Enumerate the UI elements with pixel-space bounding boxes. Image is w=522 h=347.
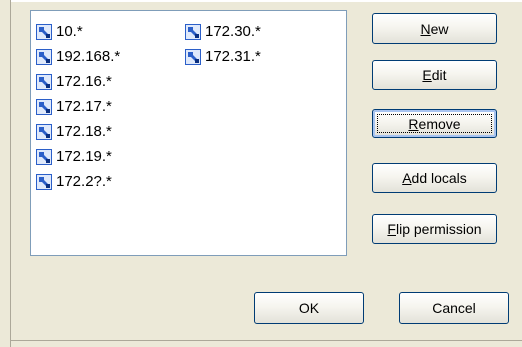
network-host-icon bbox=[36, 48, 52, 65]
list-item-label: 172.16.* bbox=[56, 72, 112, 90]
add-locals-button-mnemonic: A bbox=[402, 170, 412, 186]
edit-button-label: dit bbox=[431, 67, 447, 83]
dialog-top-edge bbox=[0, 0, 522, 2]
list-item[interactable]: 172.19.* bbox=[36, 144, 120, 169]
list-item-label: 172.30.* bbox=[205, 22, 261, 40]
list-item[interactable]: 10.* bbox=[36, 19, 120, 44]
list-item[interactable]: 172.2?.* bbox=[36, 169, 120, 194]
cancel-button[interactable]: Cancel bbox=[399, 292, 509, 324]
edit-button[interactable]: Edit bbox=[372, 60, 497, 90]
network-host-icon bbox=[36, 173, 52, 190]
list-item-label: 10.* bbox=[56, 22, 83, 40]
list-item[interactable]: 172.17.* bbox=[36, 94, 120, 119]
address-list-column-1: 10.* 192.168.* 172.16.* 172.17.* 172.18.… bbox=[36, 19, 120, 194]
remove-button-mnemonic: R bbox=[408, 115, 419, 132]
network-host-icon bbox=[36, 148, 52, 165]
new-button[interactable]: New bbox=[372, 13, 497, 44]
list-item[interactable]: 172.16.* bbox=[36, 69, 120, 94]
address-list[interactable]: 10.* 192.168.* 172.16.* 172.17.* 172.18.… bbox=[30, 10, 347, 256]
list-item[interactable]: 172.18.* bbox=[36, 119, 120, 144]
list-item-label: 172.31.* bbox=[205, 47, 261, 65]
dialog-bottom-edge bbox=[10, 340, 522, 341]
network-host-icon bbox=[36, 123, 52, 140]
flip-permission-button-label: lip permission bbox=[395, 221, 482, 237]
network-host-icon bbox=[185, 48, 201, 65]
add-locals-button[interactable]: Add locals bbox=[372, 163, 497, 193]
flip-permission-button[interactable]: Flip permission bbox=[372, 214, 497, 244]
list-item[interactable]: 192.168.* bbox=[36, 44, 120, 69]
dialog-left-edge bbox=[0, 0, 11, 347]
new-button-mnemonic: N bbox=[420, 20, 431, 37]
list-item-label: 172.17.* bbox=[56, 97, 112, 115]
list-item-label: 172.18.* bbox=[56, 122, 112, 140]
remove-button-label: emove bbox=[418, 115, 461, 132]
new-button-label: ew bbox=[430, 20, 449, 37]
ok-button[interactable]: OK bbox=[254, 292, 364, 324]
list-item[interactable]: 172.30.* bbox=[185, 19, 261, 44]
network-host-icon bbox=[36, 73, 52, 90]
flip-permission-button-mnemonic: F bbox=[387, 221, 396, 237]
edit-button-mnemonic: E bbox=[422, 67, 432, 83]
network-host-icon bbox=[185, 23, 201, 40]
add-locals-button-label: dd locals bbox=[411, 170, 467, 186]
list-item-label: 172.19.* bbox=[56, 147, 112, 165]
address-list-column-2: 172.30.* 172.31.* bbox=[185, 19, 261, 69]
list-item-label: 172.2?.* bbox=[56, 172, 112, 190]
list-item[interactable]: 172.31.* bbox=[185, 44, 261, 69]
list-item-label: 192.168.* bbox=[56, 47, 121, 65]
network-host-icon bbox=[36, 98, 52, 115]
network-host-icon bbox=[36, 23, 52, 40]
remove-button[interactable]: Remove bbox=[372, 109, 497, 138]
